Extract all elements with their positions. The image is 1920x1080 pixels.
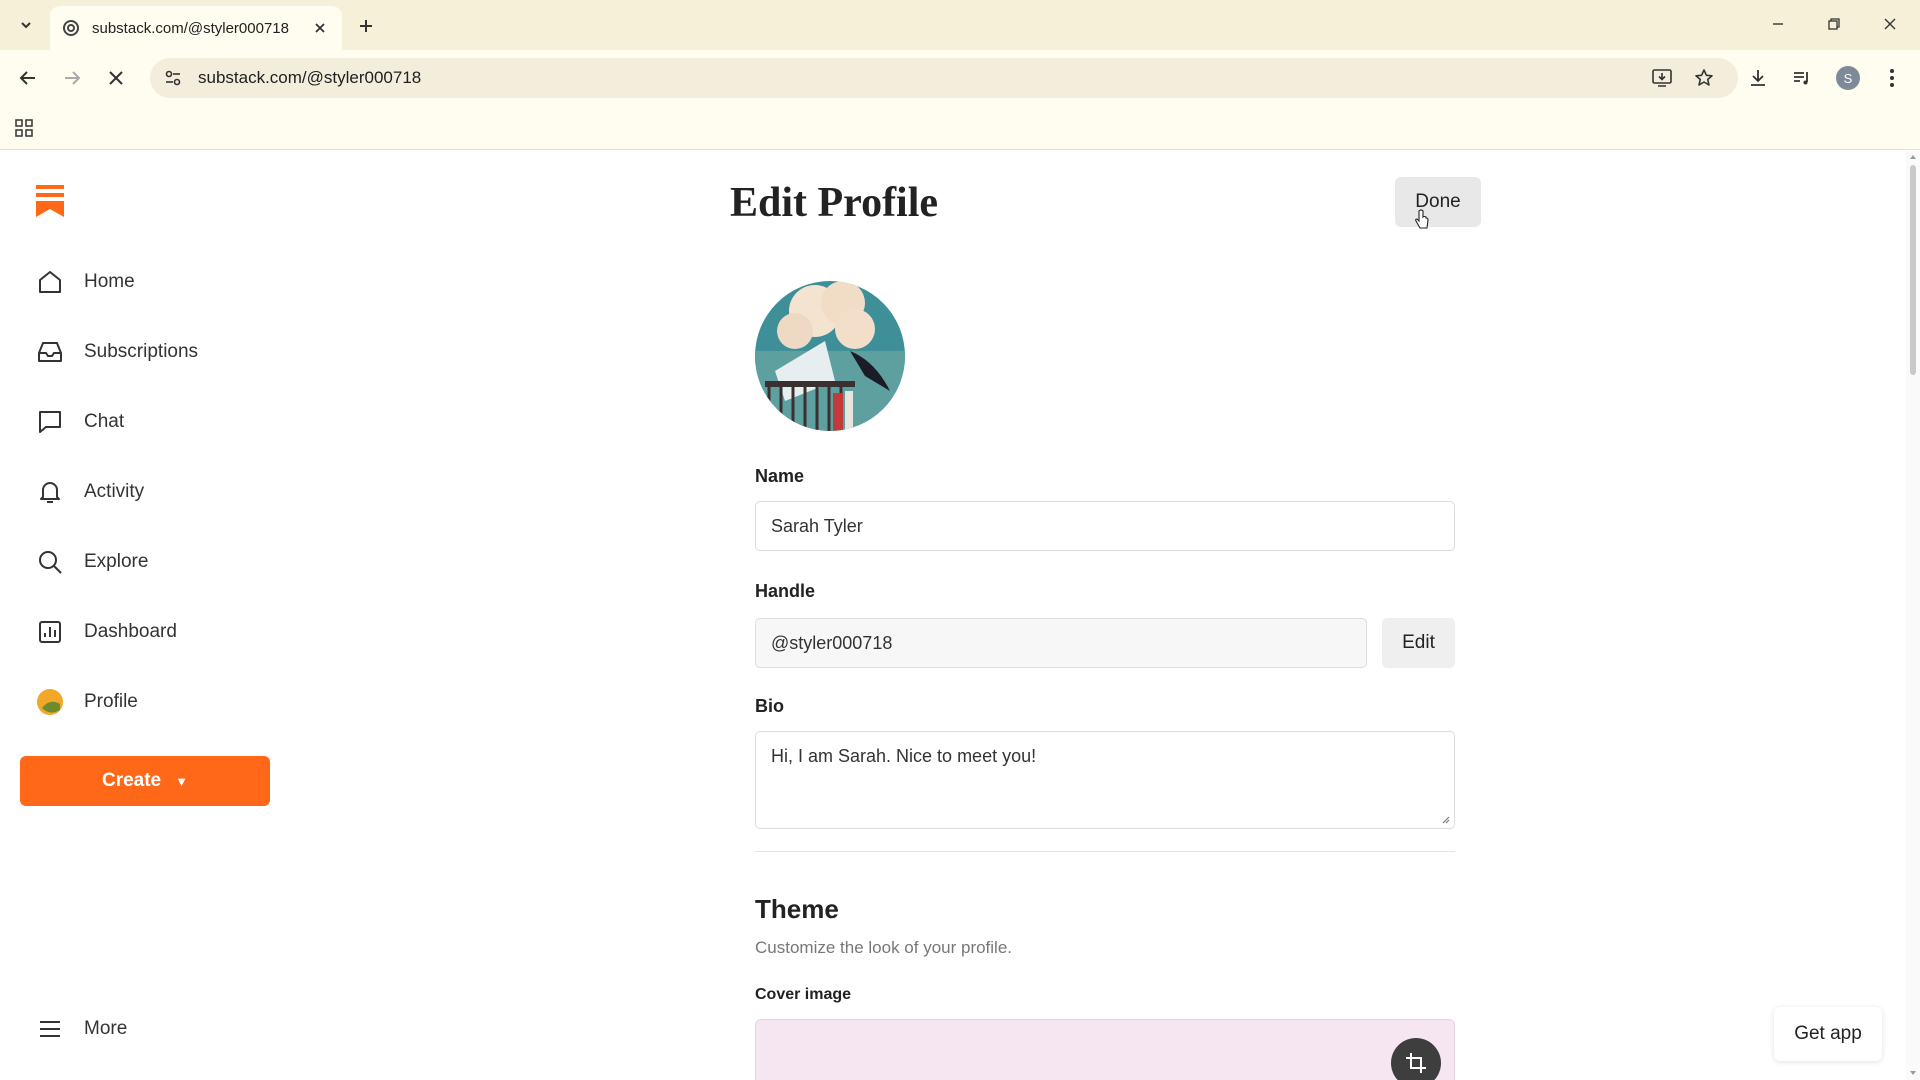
sidebar-item-label: Profile: [84, 691, 138, 712]
chat-icon: [34, 406, 66, 438]
crop-button[interactable]: [1391, 1038, 1441, 1080]
bell-icon: [34, 476, 66, 508]
get-app-button[interactable]: Get app: [1774, 1007, 1882, 1061]
scroll-up-icon[interactable]: [1909, 153, 1917, 161]
inbox-icon: [34, 336, 66, 368]
hand-pointer-cursor-icon: [1415, 209, 1429, 229]
scroll-down-icon[interactable]: [1909, 1069, 1917, 1077]
handle-field[interactable]: @styler000718: [755, 618, 1367, 668]
resize-handle-icon[interactable]: [1440, 814, 1450, 824]
close-icon: [109, 71, 123, 85]
bookmark-star-icon[interactable]: [1686, 58, 1722, 98]
more-vert-icon: [1890, 69, 1894, 87]
sidebar-item-more[interactable]: More: [34, 1009, 127, 1049]
downloads-button[interactable]: [1742, 62, 1774, 94]
cover-image-preview[interactable]: [755, 1019, 1455, 1080]
media-controls-button[interactable]: [1786, 62, 1818, 94]
profile-avatar-icon: [34, 686, 66, 718]
theme-heading: Theme: [755, 894, 839, 924]
close-window-button[interactable]: [1870, 8, 1910, 40]
arrow-right-icon: [65, 71, 81, 85]
sidebar-item-label: Activity: [84, 481, 145, 502]
crop-icon: [1406, 1053, 1426, 1073]
restore-icon: [1828, 18, 1840, 30]
bar-chart-icon: [34, 616, 66, 648]
sidebar-item-chat[interactable]: Chat: [34, 402, 124, 442]
site-settings-icon[interactable]: [164, 69, 182, 87]
browser-toolbar: substack.com/@styler000718 S: [0, 50, 1920, 106]
sidebar-item-explore[interactable]: Explore: [34, 542, 148, 582]
browser-menu-button[interactable]: [1876, 62, 1908, 94]
page-content: Home Subscriptions Chat Activity Explore…: [0, 151, 1920, 1080]
plus-icon: [360, 20, 372, 32]
sidebar-item-label: Chat: [84, 411, 125, 432]
create-label: Create: [101, 770, 162, 791]
browser-tab[interactable]: substack.com/@styler000718: [50, 6, 342, 50]
new-tab-button[interactable]: [352, 12, 380, 40]
page-scrollbar[interactable]: [1906, 151, 1920, 1080]
address-bar[interactable]: substack.com/@styler000718: [150, 58, 1738, 98]
restore-button[interactable]: [1814, 8, 1854, 40]
bookmarks-bar: [0, 106, 1920, 150]
sidebar-item-subscriptions[interactable]: Subscriptions: [34, 332, 198, 372]
caret-down-icon: ▼: [175, 773, 189, 789]
close-icon: [1884, 18, 1896, 30]
substack-logo-icon[interactable]: [34, 183, 66, 219]
account-avatar: S: [1836, 66, 1860, 90]
close-tab-icon[interactable]: [310, 18, 330, 38]
sidebar-item-label: Explore: [84, 551, 149, 572]
install-app-icon[interactable]: [1644, 58, 1680, 98]
download-icon: [1751, 70, 1765, 86]
home-icon: [34, 266, 66, 298]
tab-search-button[interactable]: [12, 12, 40, 38]
done-button[interactable]: Done: [1395, 177, 1481, 227]
sidebar-item-label: Dashboard: [84, 621, 177, 642]
minimize-button[interactable]: [1758, 8, 1798, 40]
apps-grid-icon[interactable]: [12, 116, 36, 140]
sidebar-item-activity[interactable]: Activity: [34, 472, 144, 512]
search-icon: [34, 546, 66, 578]
bio-label: Bio: [755, 696, 784, 716]
arrow-left-icon: [19, 71, 35, 85]
edit-profile-form: Edit Profile Done Name Sarah Tyler Handl…: [730, 151, 1481, 1080]
cover-image-label: Cover image: [755, 986, 852, 1003]
name-label: Name: [755, 466, 805, 486]
sidebar-item-home[interactable]: Home: [34, 262, 135, 302]
theme-subtitle: Customize the look of your profile.: [755, 938, 1013, 957]
profile-photo[interactable]: [755, 281, 905, 431]
create-button[interactable]: Create ▼: [20, 756, 270, 806]
tab-title: substack.com/@styler000718: [92, 19, 289, 37]
back-button[interactable]: [12, 62, 44, 94]
sidebar-item-label: More: [84, 1018, 128, 1039]
page-title: Edit Profile: [730, 180, 939, 226]
browser-tab-strip: substack.com/@styler000718: [0, 0, 1920, 50]
sidebar-item-label: Home: [84, 271, 135, 292]
stop-loading-button[interactable]: [100, 62, 132, 94]
bio-text: Hi, I am Sarah. Nice to meet you!: [771, 746, 1037, 766]
loading-favicon-icon: [63, 20, 79, 36]
playlist-icon: [1794, 72, 1808, 85]
name-field[interactable]: Sarah Tyler: [755, 501, 1455, 551]
sidebar-item-dashboard[interactable]: Dashboard: [34, 612, 177, 652]
handle-label: Handle: [755, 581, 816, 601]
profile-button[interactable]: S: [1832, 62, 1864, 94]
url-text[interactable]: substack.com/@styler000718: [198, 68, 421, 88]
edit-handle-button[interactable]: Edit: [1382, 618, 1455, 668]
forward-button[interactable]: [56, 62, 88, 94]
sidebar-item-label: Subscriptions: [84, 341, 199, 362]
section-divider: [755, 851, 1455, 852]
scrollbar-thumb[interactable]: [1910, 165, 1916, 375]
cover-image-art: [961, 1072, 987, 1080]
chevron-down-icon: [21, 22, 31, 29]
sidebar-item-profile[interactable]: Profile: [34, 682, 138, 722]
hamburger-menu-icon: [34, 1013, 66, 1045]
bio-textarea[interactable]: Hi, I am Sarah. Nice to meet you!: [755, 731, 1455, 829]
minimize-icon: [1773, 23, 1783, 25]
